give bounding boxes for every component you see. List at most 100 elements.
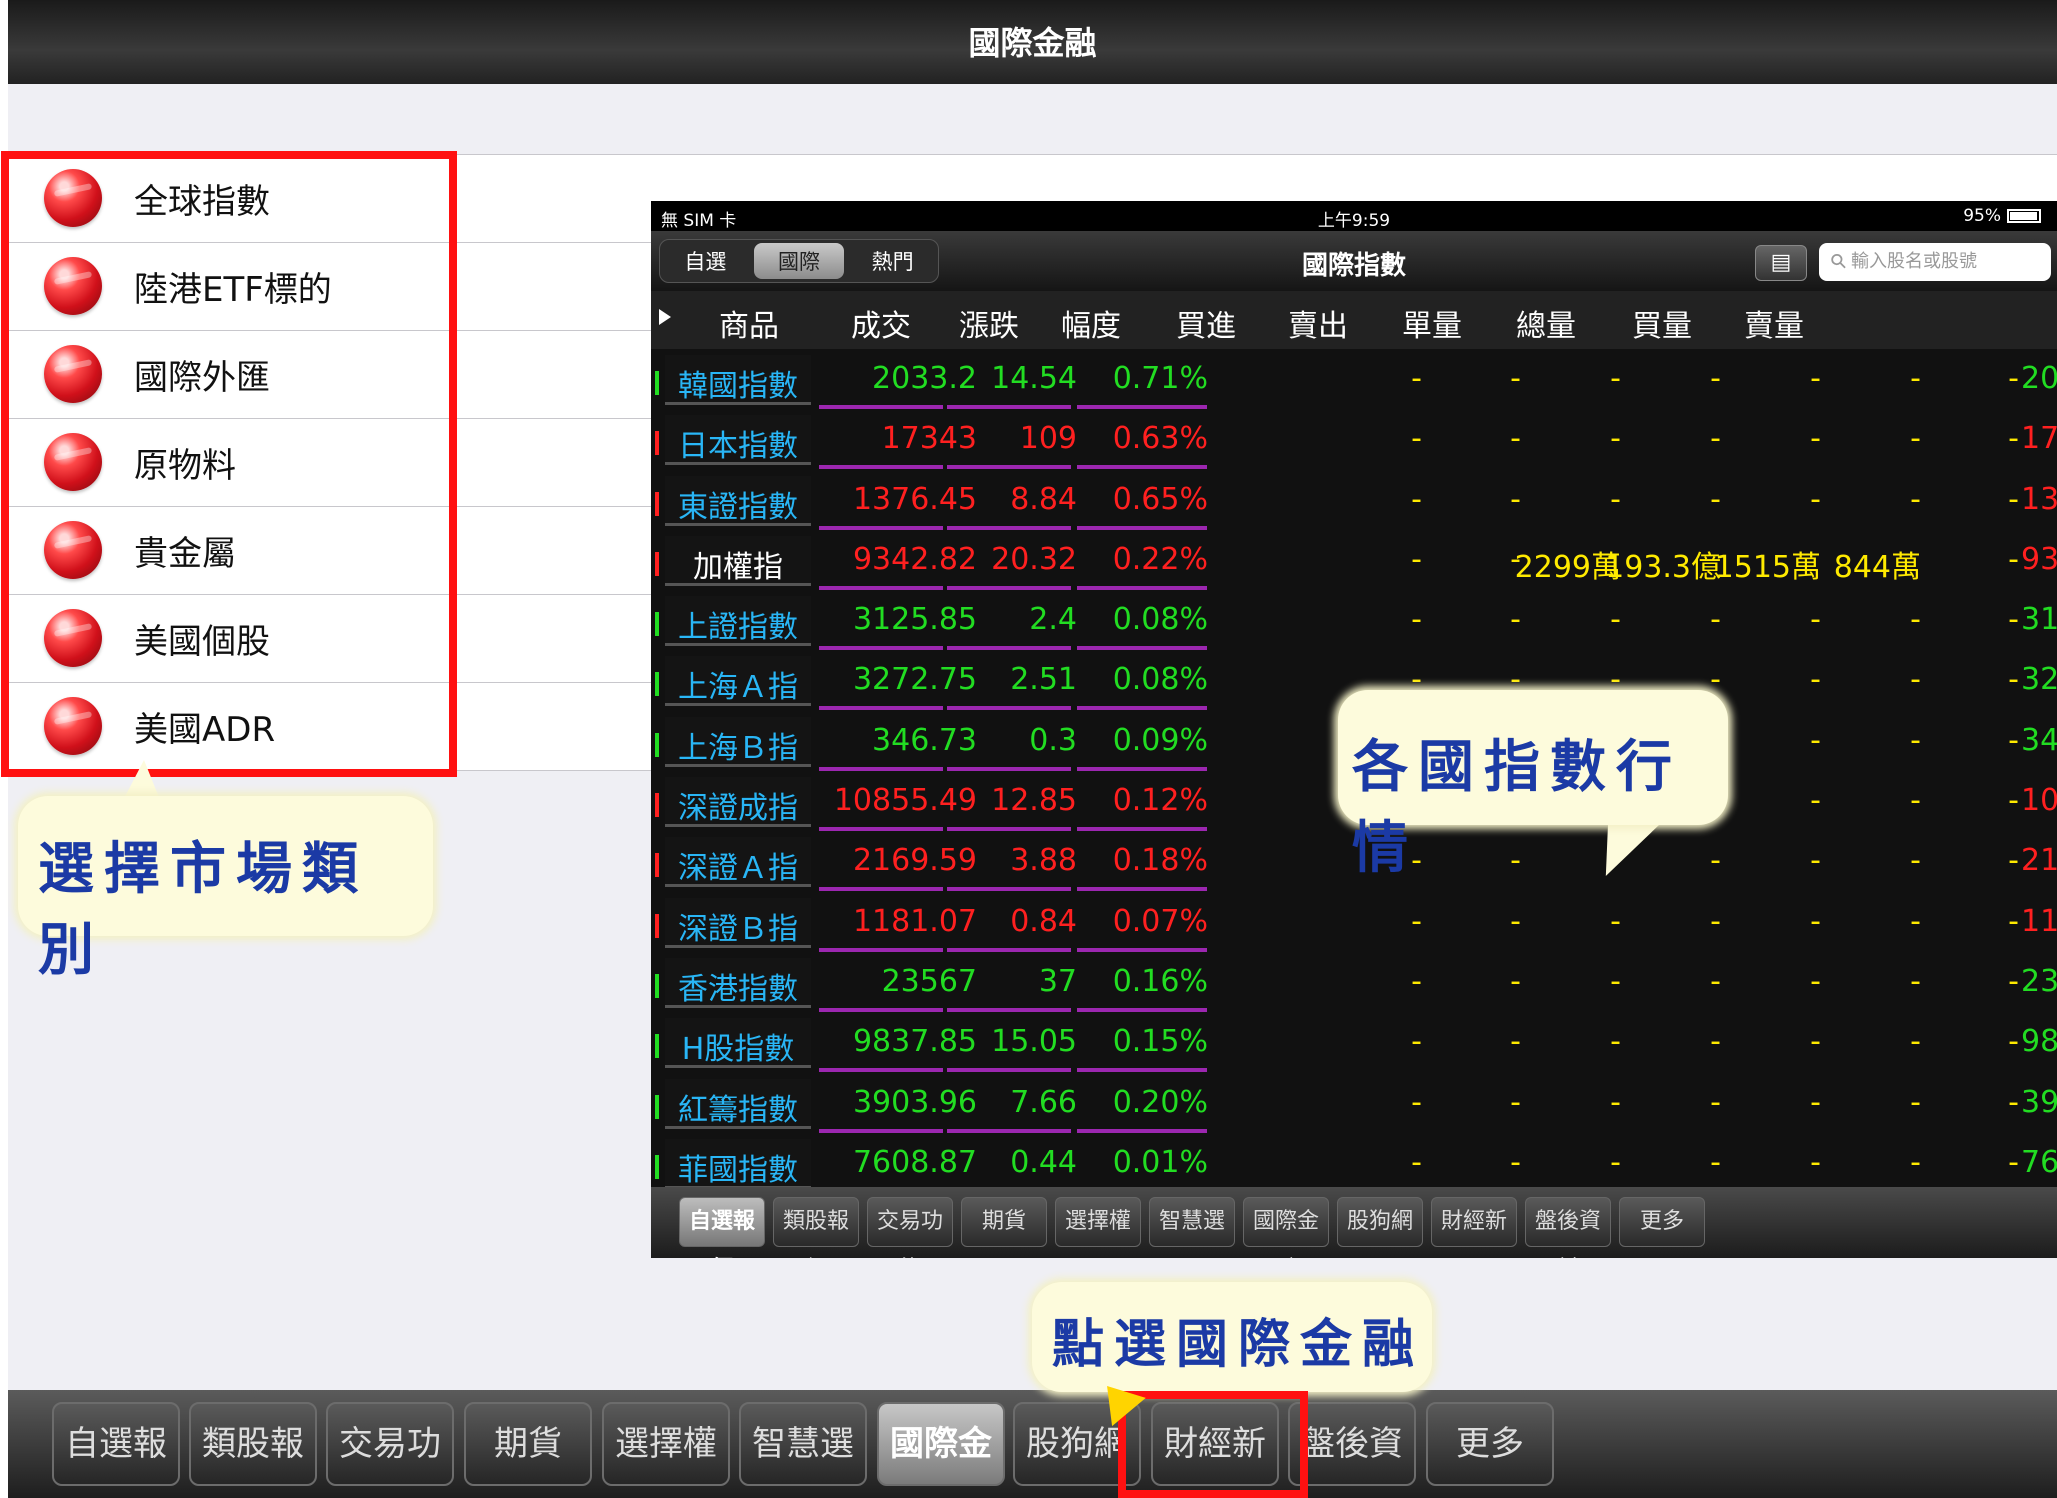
underline	[947, 465, 1071, 470]
row-change: 37	[1038, 963, 1077, 999]
row-last: 313	[2021, 602, 2057, 638]
row-total: -	[1710, 903, 1721, 939]
row-pct: 0.08%	[1112, 662, 1208, 698]
row-dash: -	[2008, 1144, 2019, 1180]
row-bid: -	[1411, 1024, 1422, 1060]
inner-tab-3[interactable]: 期貨	[961, 1197, 1047, 1247]
table-row[interactable]: 深證Ｂ指 1181.07 0.84 0.07% - - - - - - -11	[651, 894, 2057, 954]
book-icon: ▤	[1770, 250, 1792, 275]
row-price: 2169.59	[852, 843, 977, 879]
layout-toggle-button[interactable]: ▤	[1755, 245, 1807, 281]
tab-4[interactable]: 選擇權	[602, 1402, 730, 1486]
row-dash: -	[2008, 602, 2019, 638]
underline	[947, 585, 1071, 590]
inner-tab-0[interactable]: 自選報價	[679, 1197, 765, 1258]
table-row[interactable]: 紅籌指數3903.967.660.20%-------391	[651, 1075, 2057, 1135]
inner-tab-7[interactable]: 股狗網	[1337, 1197, 1423, 1247]
row-change: 3.88	[1010, 843, 1077, 879]
inner-tab-6[interactable]: 國際金融	[1243, 1197, 1329, 1258]
row-pct: 0.07%	[1112, 903, 1208, 939]
column-header[interactable]: 買進	[1151, 301, 1261, 345]
battery-icon	[2007, 209, 2041, 223]
table-row[interactable]: H股指數9837.8515.050.15%-------984	[651, 1014, 2057, 1074]
tab-0[interactable]: 自選報價	[52, 1402, 180, 1486]
table-row[interactable]: 東證指數1376.458.840.65%-------137	[651, 472, 2057, 532]
row-change: 20.32	[991, 541, 1077, 577]
row-vol: -	[1610, 602, 1621, 638]
inner-tab-1[interactable]: 類股報價	[773, 1197, 859, 1258]
column-header[interactable]: 漲跌	[939, 301, 1039, 345]
table-row[interactable]: 香港指數 23567 37 0.16% - - - - - - -23	[651, 954, 2057, 1014]
table-header: 商品成交漲跌幅度買進賣出單量總量買量賣量 最	[651, 291, 2057, 349]
column-header[interactable]: 最	[2041, 301, 2057, 345]
row-name: 深證Ａ指	[678, 851, 798, 887]
row-ask: -	[1510, 1144, 1521, 1180]
inner-tab-9[interactable]: 盤後資料	[1525, 1197, 1611, 1258]
column-header[interactable]: 賣量	[1719, 301, 1829, 345]
trend-marker	[655, 1034, 659, 1059]
row-name: 韓國指數	[678, 369, 798, 404]
trend-marker	[655, 793, 659, 818]
tab-1[interactable]: 類股報價	[189, 1402, 317, 1486]
row-askvol: -	[1910, 361, 1921, 396]
row-askvol: -	[1910, 602, 1921, 638]
column-header[interactable]: 幅度	[1031, 301, 1151, 345]
row-last: 984	[2021, 1024, 2057, 1060]
table-row[interactable]: 加權指 9342.82 20.32 0.22% - -2299萬 193.3億 1515萬 84…	[651, 532, 2057, 592]
inner-tab-2[interactable]: 交易功能	[867, 1197, 953, 1258]
row-pct: 0.08%	[1112, 602, 1208, 638]
trend-marker	[655, 1154, 659, 1179]
row-bid: -	[1411, 1144, 1422, 1180]
column-header[interactable]: 成交	[831, 301, 931, 345]
expand-arrow-icon[interactable]	[659, 309, 671, 325]
search-input[interactable]: 輸入股名或股號	[1819, 243, 2051, 281]
underline	[819, 646, 943, 651]
row-bidvol: -	[1810, 843, 1821, 879]
row-change: 8.84	[1010, 481, 1077, 517]
column-header[interactable]: 總量	[1491, 301, 1601, 345]
row-bid: -	[1411, 903, 1422, 939]
row-name: 深證成指	[678, 791, 798, 827]
trend-marker	[655, 973, 659, 998]
quote-tab-bar: 自選報價類股報價交易功能期貨選擇權智慧選股國際金融股狗網財經新聞盤後資料更多	[651, 1187, 2057, 1258]
underline	[947, 646, 1071, 651]
tab-6[interactable]: 國際金融	[877, 1402, 1005, 1486]
row-total: -	[1710, 1024, 1721, 1060]
column-header[interactable]: 單量	[1377, 301, 1487, 345]
row-last: 204	[2021, 361, 2057, 396]
row-price: 1376.45	[852, 481, 977, 517]
column-header[interactable]: 商品	[685, 301, 813, 345]
tab-5[interactable]: 智慧選股	[739, 1402, 867, 1486]
tab-2[interactable]: 交易功能	[326, 1402, 454, 1486]
inner-tab-10[interactable]: 更多	[1619, 1197, 1705, 1247]
table-row[interactable]: 上證指數3125.852.40.08%-------313	[651, 592, 2057, 652]
underline	[1077, 646, 1207, 651]
row-price: 9837.85	[852, 1024, 977, 1060]
underline	[819, 405, 943, 409]
row-askvol: 844萬	[1833, 549, 1921, 585]
inner-tab-5[interactable]: 智慧選股	[1149, 1197, 1235, 1258]
row-last: 23	[2021, 963, 2057, 999]
row-vol: -	[1610, 903, 1621, 939]
row-bidvol: -	[1810, 421, 1821, 457]
table-row[interactable]: 日本指數 17343 109 0.63% - - - - - - -17	[651, 411, 2057, 471]
column-header[interactable]: 賣出	[1263, 301, 1373, 345]
row-bidvol: -	[1810, 662, 1821, 698]
row-askvol: -	[1910, 722, 1921, 758]
row-bidvol: -	[1810, 783, 1821, 819]
inner-tab-4[interactable]: 選擇權	[1055, 1197, 1141, 1247]
row-askvol: -	[1910, 1144, 1921, 1180]
row-dash: -	[2008, 783, 2019, 819]
row-last: 327	[2021, 662, 2057, 698]
callout-tap-intl-finance: 點選國際金融	[1032, 1282, 1432, 1392]
inner-tab-8[interactable]: 財經新聞	[1431, 1197, 1517, 1258]
row-change: 12.85	[991, 783, 1077, 819]
tab-10[interactable]: 更多	[1426, 1402, 1554, 1486]
table-row[interactable]: 韓國指數2033.214.540.71%-------204	[651, 351, 2057, 411]
row-price: 7608.87	[852, 1144, 977, 1180]
row-vol: -	[1610, 1024, 1621, 1060]
row-name: 加權指	[693, 549, 783, 585]
tab-3[interactable]: 期貨	[464, 1402, 592, 1486]
highlight-intl-tab	[1118, 1391, 1308, 1498]
column-header[interactable]: 買量	[1607, 301, 1717, 345]
